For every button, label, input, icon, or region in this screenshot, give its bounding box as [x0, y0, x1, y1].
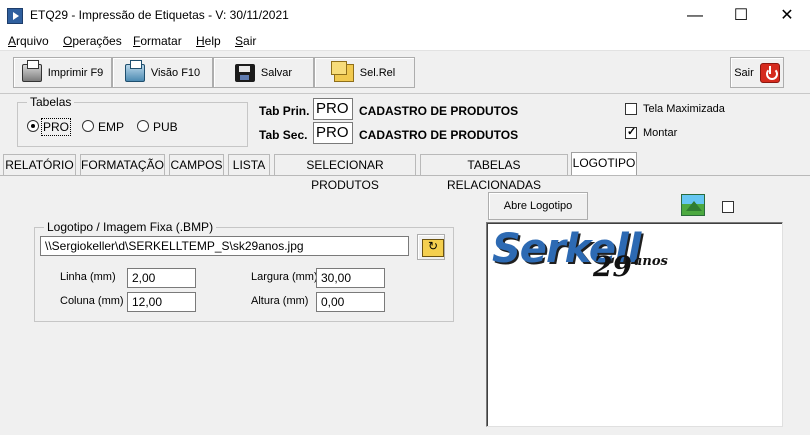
- menu-bar: Arquivo Operações Formatar Help Sair: [0, 31, 810, 51]
- largura-label: Largura (mm): [251, 271, 318, 283]
- altura-input[interactable]: 0,00: [316, 292, 385, 312]
- logo-preview-panel: Serkell 29 anos: [486, 222, 783, 427]
- close-button[interactable]: ✕: [764, 0, 810, 31]
- radio-pro-label: PRO: [40, 118, 72, 136]
- radio-pub[interactable]: [137, 120, 149, 132]
- menu-formatar[interactable]: Formatar: [133, 34, 182, 48]
- tab-divider: [0, 175, 810, 176]
- tab-prin-code[interactable]: PRO: [313, 98, 353, 120]
- radio-emp-label: EMP: [98, 120, 125, 134]
- logo-number-text: 29: [593, 250, 632, 283]
- tab-tabelas-relacionadas[interactable]: TABELAS RELACIONADAS: [420, 154, 568, 192]
- tela-maximizada-label: Tela Maximizada: [643, 103, 725, 115]
- open-folder-icon: [422, 239, 444, 257]
- tab-campos[interactable]: CAMPOS: [169, 154, 224, 175]
- tab-relatorio[interactable]: RELATÓRIO: [3, 154, 76, 175]
- window-title: ETQ29 - Impressão de Etiquetas - V: 30/1…: [30, 8, 289, 22]
- radio-pub-label: PUB: [153, 120, 178, 134]
- tab-sec-label: Tab Sec.: [259, 128, 308, 142]
- tab-logotipo[interactable]: LOGOTIPO: [571, 152, 637, 176]
- menu-sair[interactable]: Sair: [235, 34, 256, 48]
- floppy-disk-icon: [234, 63, 255, 82]
- coluna-input[interactable]: 12,00: [127, 292, 196, 312]
- abre-logotipo-button[interactable]: Abre Logotipo: [488, 192, 588, 220]
- linha-input[interactable]: 2,00: [127, 268, 196, 288]
- folders-icon: [330, 60, 354, 82]
- toolbar: Imprimir F9 Visão F10 Salvar Sel.Rel Sai…: [0, 52, 810, 94]
- sair-button[interactable]: Sair: [730, 57, 784, 88]
- visao-button[interactable]: Visão F10: [112, 57, 213, 88]
- radio-pro[interactable]: [27, 120, 39, 132]
- show-image-checkbox[interactable]: [722, 201, 734, 213]
- tab-lista[interactable]: LISTA: [228, 154, 270, 175]
- print-preview-icon: [124, 59, 145, 82]
- app-icon: [7, 8, 23, 24]
- printer-icon: [21, 59, 42, 82]
- coluna-label: Coluna (mm): [60, 295, 124, 307]
- altura-label: Altura (mm): [251, 295, 309, 307]
- montar-label: Montar: [643, 127, 678, 139]
- tab-prin-desc: CADASTRO DE PRODUTOS: [359, 104, 519, 118]
- title-bar: ETQ29 - Impressão de Etiquetas - V: 30/1…: [0, 0, 810, 31]
- minimize-button[interactable]: —: [672, 0, 718, 31]
- tab-selecionar-produtos[interactable]: SELECIONAR PRODUTOS: [274, 154, 416, 192]
- tab-prin-label: Tab Prin.: [259, 104, 310, 118]
- logo-path-input[interactable]: \\Sergiokeller\d\SERKELLTEMP_S\sk29anos.…: [40, 236, 409, 256]
- montar-checkbox[interactable]: [625, 125, 637, 139]
- menu-operacoes[interactable]: Operações: [63, 34, 122, 48]
- image-landscape-icon[interactable]: [681, 194, 705, 216]
- logotipo-legend: Logotipo / Imagem Fixa (.BMP): [44, 220, 217, 234]
- maximize-button[interactable]: ☐: [718, 0, 764, 31]
- selrel-button[interactable]: Sel.Rel: [314, 57, 415, 88]
- tabelas-legend: Tabelas: [27, 95, 75, 109]
- salvar-button[interactable]: Salvar: [213, 57, 314, 88]
- linha-label: Linha (mm): [60, 271, 116, 283]
- tela-maximizada-checkbox[interactable]: [625, 103, 637, 115]
- menu-arquivo[interactable]: Arquivo: [8, 34, 49, 48]
- logo-image: Serkell 29 anos: [489, 225, 678, 284]
- largura-input[interactable]: 30,00: [316, 268, 385, 288]
- logo-suffix-text: anos: [634, 254, 668, 269]
- tab-sec-desc: CADASTRO DE PRODUTOS: [359, 128, 519, 142]
- tab-sec-code[interactable]: PRO: [313, 122, 353, 144]
- radio-emp[interactable]: [82, 120, 94, 132]
- tab-formatacao[interactable]: FORMATAÇÃO: [80, 154, 165, 175]
- power-icon: [759, 62, 780, 83]
- menu-help[interactable]: Help: [196, 34, 221, 48]
- browse-folder-button[interactable]: [417, 234, 445, 260]
- imprimir-button[interactable]: Imprimir F9: [13, 57, 112, 88]
